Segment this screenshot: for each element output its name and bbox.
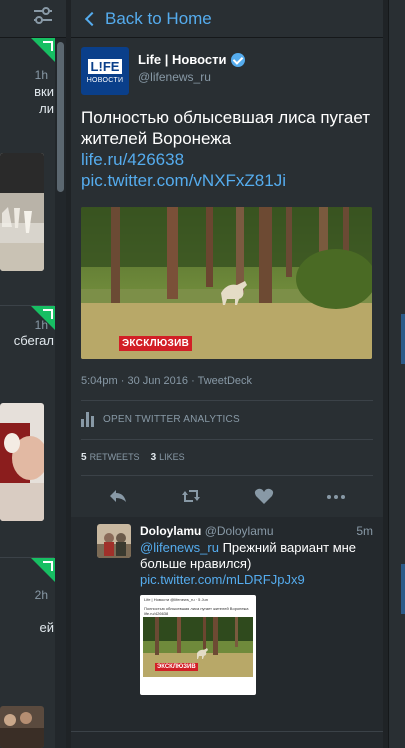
tweet-link[interactable]: life.ru/426638 [81,149,376,170]
left-item-text: вки [34,84,54,99]
reply-author-name: Doloylamu [140,524,202,538]
back-to-home-button[interactable]: Back to Home [83,9,212,29]
retweet-icon[interactable] [181,487,201,505]
left-item-time: 1h [34,68,48,82]
logo-text: L!FE [87,58,123,74]
divider [71,731,383,732]
avatar[interactable]: L!FE НОВОСТИ [81,47,129,95]
author-name-text: Life | Новости [138,52,227,67]
reply-icon[interactable] [108,487,128,505]
reply-tweet[interactable]: Doloylamu @Doloylamu 5m @lifenews_ru Пре… [71,517,383,748]
verified-badge-icon [231,52,246,67]
left-column-header [0,0,66,38]
like-icon[interactable] [254,487,274,505]
more-options-icon[interactable] [326,487,346,505]
left-item-image[interactable] [0,153,44,271]
divider [81,400,373,401]
tweet-text: Полностью облысевшая лиса пугает жителей… [81,108,371,148]
reply-time[interactable]: 5m [356,524,373,538]
reply-media-thumbnail[interactable]: Life | Новости @lifenews_ru · 5 Jun Полн… [140,595,256,695]
chevron-left-icon [84,11,100,26]
reply-media-link[interactable]: pic.twitter.com/mLDRFJpJx9 [140,572,305,587]
right-column-media[interactable] [401,564,405,614]
analytics-label: OPEN TWITTER ANALYTICS [103,414,240,425]
reply-avatar[interactable] [97,524,131,558]
retweets-label: RETWEETS [89,452,140,462]
left-item-image[interactable] [0,706,44,748]
left-item-time: 1h [34,318,48,332]
right-column [388,0,405,748]
column-header: Back to Home [71,0,383,38]
left-item-text: сбегал [13,333,54,348]
tweet-stats: 5 RETWEETS 3 LIKES [81,452,196,463]
likes-label: LIKES [159,452,185,462]
back-label: Back to Home [105,8,212,28]
retweet-marker-icon [43,561,53,571]
reply-mention[interactable]: @lifenews_ru [140,540,219,555]
left-item-time: 2h [34,588,48,602]
tweet-body: Полностью облысевшая лиса пугает жителей… [81,107,376,191]
left-item-text: ли [39,101,54,116]
logo-subtext: НОВОСТИ [86,76,124,84]
retweets-count: 5 [81,452,87,463]
thumb-image: ЭКСКЛЮЗИВ [143,617,253,677]
thumb-header: Life | Новости @lifenews_ru · 5 Jun [144,597,208,602]
left-scrollbar-thumb[interactable] [57,42,64,192]
thumb-caption: Полностью облысевшая лиса пугает жителей… [144,606,249,616]
divider [81,439,373,440]
open-analytics-button[interactable]: OPEN TWITTER ANALYTICS [81,412,240,427]
tweet-meta[interactable]: 5:04pm · 30 Jun 2016 · TweetDeck [81,375,252,387]
reply-author[interactable]: Doloylamu @Doloylamu [140,524,274,538]
exclusive-badge: ЭКСКЛЮЗИВ [119,336,193,351]
likes-stat[interactable]: 3 LIKES [151,452,185,463]
author-name[interactable]: Life | Новости [138,52,246,67]
left-item-image[interactable] [0,403,44,521]
reply-author-handle: @Doloylamu [204,524,274,538]
thumb-badge: ЭКСКЛЮЗИВ [155,663,198,671]
tweet-author[interactable]: L!FE НОВОСТИ Life | Новости @lifenews_ru [81,47,246,95]
author-handle[interactable]: @lifenews_ru [138,70,245,84]
tweetdeck-window: 1h вки ли 1h сбегал 2h ей Back to Home L… [0,0,405,748]
retweets-stat[interactable]: 5 RETWEETS [81,452,140,463]
likes-count: 3 [150,452,157,463]
tweet-media-link[interactable]: pic.twitter.com/vNXFxZ81Ji [81,170,376,191]
retweet-marker-icon [43,41,53,51]
right-column-media[interactable] [401,314,405,364]
left-column: 1h вки ли 1h сбегал 2h ей [0,0,66,748]
tweet-detail-column: Back to Home L!FE НОВОСТИ Life | Новости… [71,0,383,748]
tweet-photo[interactable]: ЭКСКЛЮЗИВ [81,207,372,359]
tweet-actions [71,476,383,516]
reply-text: @lifenews_ru Прежний вариант мне больше … [140,540,372,572]
left-item-text: ей [39,620,55,635]
analytics-icon [81,412,96,427]
filter-icon[interactable] [32,5,54,27]
